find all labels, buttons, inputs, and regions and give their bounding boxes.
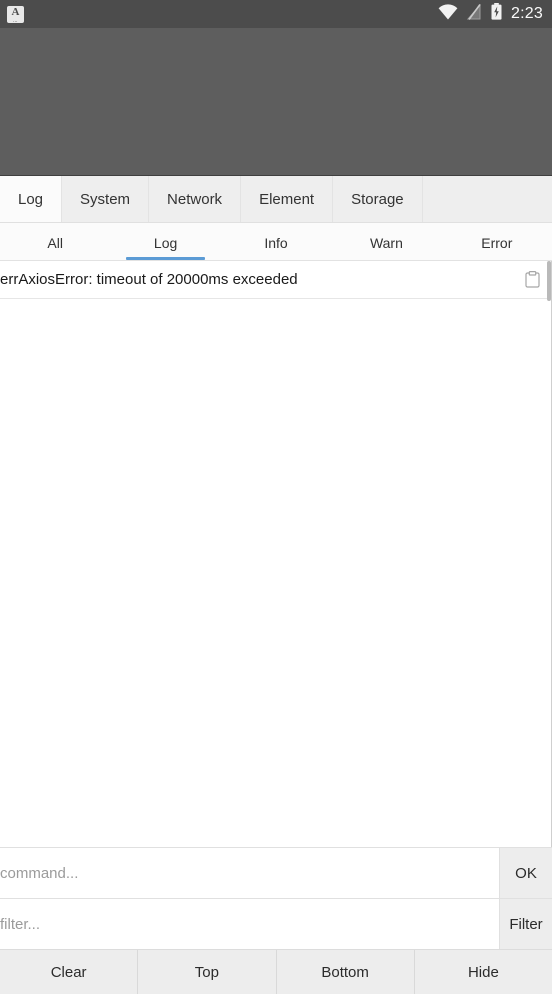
app-letter-a-icon: A... [7,5,24,23]
signal-no-service-icon [466,3,482,25]
clear-button-label: Clear [50,963,87,981]
tab-system-label: System [80,190,131,208]
panel-action-bar: Clear Top Bottom Hide [0,949,552,994]
tab-storage[interactable]: Storage [333,176,423,222]
subtab-info-label: Info [264,235,288,251]
top-button[interactable]: Top [138,950,277,994]
tab-storage-label: Storage [351,190,404,208]
subtab-error-label: Error [481,235,513,251]
wifi-icon [438,3,458,25]
status-bar-system-icons: 2:23 [438,3,543,25]
tab-network-label: Network [167,190,223,208]
app-root: A... 2:23 Log System Network Element Sto… [0,0,552,994]
subtab-error[interactable]: Error [442,223,552,260]
log-list[interactable]: errAxiosError: timeout of 20000ms exceed… [0,261,552,847]
devtools-panel: Log System Network Element Storage All L… [0,176,552,994]
filter-apply-label: Filter [509,915,543,933]
filter-input[interactable] [0,899,499,949]
main-tab-bar-filler [422,176,552,222]
battery-charging-icon [491,3,502,25]
subtab-info[interactable]: Info [221,223,331,260]
bottom-button[interactable]: Bottom [277,950,415,994]
subtab-log[interactable]: Log [110,223,220,260]
tab-element-label: Element [259,190,315,208]
dimmed-page-backdrop[interactable] [0,28,552,176]
main-tab-bar: Log System Network Element Storage [0,176,552,223]
clipboard-copy-icon[interactable] [521,269,543,291]
clear-button[interactable]: Clear [0,950,139,994]
subtab-warn-label: Warn [369,235,403,251]
status-bar-clock: 2:23 [511,5,543,22]
subtab-log-label: Log [153,235,178,251]
subtab-all[interactable]: All [0,223,110,260]
status-bar: A... 2:23 [0,0,552,28]
bottom-button-label: Bottom [321,963,369,981]
command-input[interactable] [0,848,499,898]
tab-system[interactable]: System [62,176,150,222]
filter-apply-button[interactable]: Filter [499,899,552,949]
subtab-warn[interactable]: Warn [331,223,441,260]
log-list-scrollbar-thumb[interactable] [547,261,551,301]
hide-button[interactable]: Hide [415,950,552,994]
tab-element[interactable]: Element [241,176,334,222]
log-entry-row[interactable]: errAxiosError: timeout of 20000ms exceed… [0,261,551,299]
command-ok-label: OK [515,864,537,882]
log-list-scrollbar[interactable] [547,261,551,847]
subtab-all-label: All [47,235,63,251]
top-button-label: Top [194,963,219,981]
command-row: OK [0,847,552,898]
tab-log-label: Log [18,190,44,208]
command-ok-button[interactable]: OK [499,848,552,898]
status-bar-notifications: A... [7,5,24,23]
filter-row: Filter [0,898,552,949]
log-level-tab-bar: All Log Info Warn Error [0,223,552,261]
tab-network[interactable]: Network [149,176,242,222]
log-entry-message: errAxiosError: timeout of 20000ms exceed… [0,271,298,288]
tab-log[interactable]: Log [0,176,63,222]
hide-button-label: Hide [467,963,499,981]
